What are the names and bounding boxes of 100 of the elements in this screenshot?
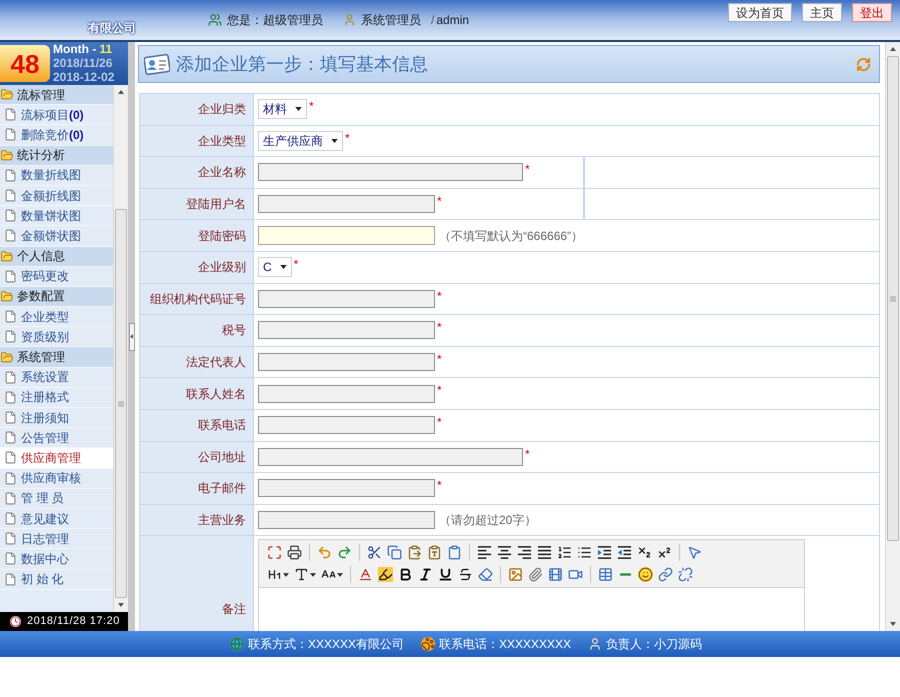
splitter-handle[interactable] (128, 322, 134, 350)
link-icon[interactable] (658, 567, 673, 582)
field-label: 联系电话 (140, 410, 254, 441)
caret-icon[interactable] (331, 138, 338, 143)
field-label: 组织机构代码证号 (140, 284, 254, 314)
text-input[interactable] (258, 384, 435, 403)
required-mark: * (525, 163, 530, 176)
header-button[interactable]: 登出 (852, 3, 892, 22)
text-input[interactable] (258, 290, 435, 308)
pointer-icon[interactable] (687, 545, 702, 560)
header-button[interactable]: 主页 (802, 3, 842, 22)
footer-text: 联系方式：XXXXXX有限公司 (248, 636, 404, 653)
field-label: 登陆用户名 (140, 188, 254, 220)
user-name: 系统管理员 (361, 12, 421, 29)
password-input[interactable] (258, 226, 435, 246)
menu-group[interactable]: 统计分析 (0, 146, 113, 166)
scrollbar-thumb[interactable] (887, 56, 899, 541)
indent-icon[interactable] (597, 545, 612, 560)
bullet-list-icon[interactable] (577, 545, 592, 560)
field-label: 备注 (140, 536, 254, 631)
font-icon[interactable] (294, 567, 316, 582)
text-input[interactable] (258, 353, 435, 372)
header-button[interactable]: 设为首页 (728, 3, 792, 22)
field-label: 登陆密码 (140, 220, 254, 251)
align-right-icon[interactable] (517, 545, 532, 560)
outdent-icon[interactable] (617, 545, 632, 560)
document-icon (4, 552, 17, 566)
menu-item[interactable]: 注册格式 (0, 388, 113, 408)
document-icon (4, 370, 17, 384)
month-number: 11 (99, 42, 112, 56)
document-icon (4, 451, 17, 464)
text-input[interactable] (258, 321, 435, 340)
text-input[interactable] (258, 163, 523, 182)
menu-group[interactable]: 系统管理 (0, 347, 113, 368)
document-icon (4, 411, 17, 424)
numbered-list-icon[interactable] (557, 545, 572, 560)
document-icon (4, 168, 17, 182)
field-label: 企业名称 (140, 157, 254, 188)
paperclip-icon[interactable] (528, 567, 543, 582)
menu-item[interactable]: 密码更改 (0, 266, 113, 287)
clock-icon (10, 616, 21, 627)
month-label: Month - (53, 42, 96, 56)
page-title: 添加企业第一步：填写基本信息 (176, 52, 428, 76)
undo-icon[interactable] (317, 545, 332, 560)
required-mark: * (437, 321, 442, 334)
caret-icon[interactable] (295, 107, 302, 112)
field-label: 税号 (140, 315, 254, 346)
align-center-icon[interactable] (497, 545, 512, 560)
scrollbar-thumb[interactable] (115, 209, 127, 598)
superscript-icon[interactable] (657, 545, 672, 560)
bold-icon[interactable] (398, 567, 413, 582)
smiley-icon[interactable] (638, 567, 653, 582)
eraser-icon[interactable] (478, 567, 493, 582)
text-input[interactable] (258, 479, 435, 498)
account-name: admin (436, 12, 470, 29)
select-dropdown[interactable]: C (258, 257, 292, 278)
align-justify-icon[interactable] (537, 545, 552, 560)
cut-icon[interactable] (367, 545, 382, 560)
text-input[interactable] (258, 448, 523, 466)
paste-icon[interactable] (407, 545, 422, 560)
fullscreen-icon[interactable] (267, 545, 282, 560)
menu-item[interactable]: 供应商审核 (0, 468, 113, 489)
clipboard-icon[interactable] (447, 545, 462, 560)
underline-icon[interactable] (438, 567, 453, 582)
redo-icon[interactable] (337, 545, 352, 560)
document-icon (4, 472, 17, 485)
subscript-icon[interactable] (637, 545, 652, 560)
paste-text-icon[interactable] (427, 545, 442, 560)
document-icon (4, 310, 17, 324)
align-left-icon[interactable] (477, 545, 492, 560)
menu-item[interactable]: 初 始 化 (0, 570, 113, 590)
menu-group[interactable]: 个人信息 (0, 246, 113, 267)
image-icon[interactable] (508, 567, 523, 582)
menu-item[interactable]: 供应商管理 (0, 448, 113, 469)
copy-icon[interactable] (387, 545, 402, 560)
field-label: 企业归类 (140, 94, 254, 125)
menu-group[interactable]: 流标管理 (0, 85, 113, 106)
menu-item[interactable]: 系统设置 (0, 368, 113, 388)
unlink-icon[interactable] (678, 567, 693, 582)
text-input[interactable] (258, 195, 435, 214)
document-icon (4, 330, 17, 344)
field-label: 联系人姓名 (140, 378, 254, 409)
scrollbar[interactable] (113, 85, 128, 612)
print-icon[interactable] (287, 545, 302, 560)
menu-group[interactable]: 参数配置 (0, 286, 113, 308)
highlight-icon[interactable] (378, 567, 393, 582)
scrollbar[interactable] (885, 42, 900, 631)
select-dropdown[interactable]: 材料 (258, 99, 307, 120)
strikethrough-icon[interactable] (458, 567, 473, 582)
clock-time: 2018/11/28 17:20 (27, 614, 120, 630)
caret-icon[interactable] (280, 265, 287, 270)
text-input[interactable] (258, 511, 435, 530)
font-color-icon[interactable] (358, 567, 373, 582)
document-icon (4, 270, 17, 283)
film-icon[interactable] (548, 567, 563, 582)
select-dropdown[interactable]: 生产供应商 (258, 130, 343, 151)
text-input[interactable] (258, 416, 435, 434)
field-label: 企业类型 (140, 126, 254, 156)
table-icon[interactable] (598, 567, 613, 582)
italic-icon[interactable] (418, 567, 433, 582)
